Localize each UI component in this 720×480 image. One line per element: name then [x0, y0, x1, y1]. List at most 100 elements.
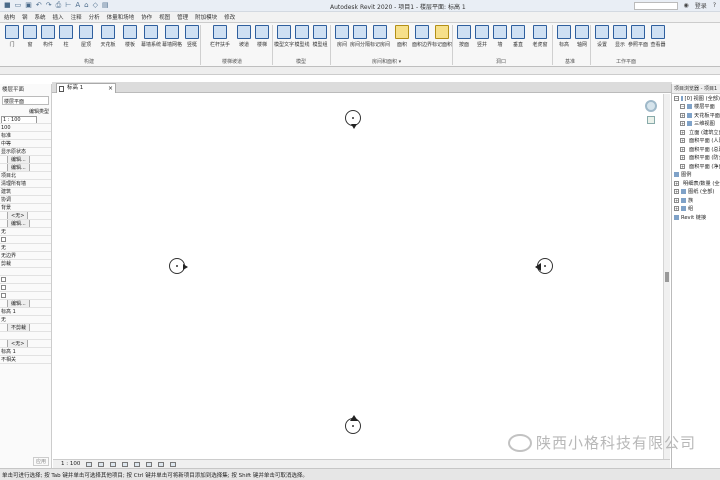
redo-icon[interactable]: ↷	[46, 1, 52, 10]
expand-icon[interactable]: +	[674, 197, 679, 203]
ramp-button[interactable]: 坡道	[234, 25, 254, 55]
collapse-icon[interactable]: −	[680, 104, 685, 110]
room-button[interactable]: 房间	[332, 25, 352, 55]
tab-collaborate[interactable]: 协作	[141, 13, 152, 21]
switch-windows-icon[interactable]: ▤	[102, 1, 109, 10]
expand-icon[interactable]: +	[680, 129, 685, 135]
property-row[interactable]: 无	[0, 316, 51, 324]
property-value[interactable]: 编辑...	[7, 156, 30, 163]
stair-button[interactable]: 楼梯	[252, 25, 272, 55]
browser-node[interactable]: + 面积平面 (人防分区面积)	[672, 137, 720, 146]
roof-button[interactable]: 屋顶	[76, 25, 96, 55]
property-row[interactable]	[0, 292, 51, 300]
browser-node[interactable]: + 面积平面 (总建筑面积)	[672, 145, 720, 154]
component-button[interactable]: 构件	[38, 25, 58, 55]
browser-node[interactable]: + 面积平面 (防火分区面积)	[672, 154, 720, 163]
property-value[interactable]: 编辑...	[7, 300, 30, 307]
tab-modify[interactable]: 修改	[224, 13, 235, 21]
sign-in-link[interactable]: 登录	[695, 1, 707, 10]
model-line-button[interactable]: 模型线	[292, 25, 312, 55]
property-row[interactable]: 无边界	[0, 252, 51, 260]
shadows-icon[interactable]	[122, 461, 129, 467]
show-work-plane-button[interactable]: 显示	[610, 25, 630, 55]
zoom-icon[interactable]	[647, 116, 655, 124]
browser-node[interactable]: + 明细表/数量 (全部)	[672, 179, 720, 188]
property-row[interactable]	[0, 236, 51, 244]
area-boundary-button[interactable]: 面积边界	[412, 25, 432, 55]
crop-view-icon[interactable]	[134, 461, 141, 467]
browser-node[interactable]: + 组	[672, 205, 720, 214]
expand-icon[interactable]: +	[680, 138, 685, 144]
mullion-button[interactable]: 竖梃	[182, 25, 202, 55]
property-row[interactable]: 1 : 100	[0, 116, 51, 124]
shaft-button[interactable]: 竖井	[472, 25, 492, 55]
sun-path-icon[interactable]	[110, 461, 117, 467]
railing-button[interactable]: 栏杆扶手	[206, 25, 234, 55]
type-selector[interactable]: 楼层平面	[2, 96, 49, 105]
scrollbar-thumb[interactable]	[665, 272, 669, 282]
tab-manage[interactable]: 管理	[177, 13, 188, 21]
tab-insert[interactable]: 插入	[53, 13, 64, 21]
elevation-marker-east[interactable]	[535, 258, 553, 274]
property-row[interactable]: 无	[0, 244, 51, 252]
area-button[interactable]: 面积	[392, 25, 412, 55]
property-row[interactable]: 不剪裁	[0, 324, 51, 332]
property-row[interactable]: 标准	[0, 132, 51, 140]
user-icon[interactable]: ◉	[684, 2, 689, 9]
browser-node[interactable]: + 立面 (建筑立面)	[672, 128, 720, 137]
browser-node[interactable]: + 面积平面 (净面积)	[672, 162, 720, 171]
browser-node[interactable]: Revit 链接	[672, 213, 720, 222]
property-row[interactable]: 清理所有墙	[0, 180, 51, 188]
vertical-scrollbar[interactable]	[663, 94, 670, 459]
property-row[interactable]	[0, 268, 51, 276]
ref-plane-button[interactable]: 参照平面	[628, 25, 648, 55]
elevation-marker-north[interactable]	[345, 110, 361, 129]
dormer-button[interactable]: 老虎窗	[528, 25, 552, 55]
property-value[interactable]: 编辑...	[7, 164, 30, 171]
tab-steel[interactable]: 钢	[22, 13, 28, 21]
floor-button[interactable]: 楼板	[120, 25, 140, 55]
tab-massing[interactable]: 体量和场地	[107, 13, 135, 21]
property-row[interactable]: 无	[0, 228, 51, 236]
expand-icon[interactable]: +	[680, 155, 685, 161]
door-button[interactable]: 门	[2, 25, 22, 55]
tab-annotate[interactable]: 注释	[71, 13, 82, 21]
detail-level-icon[interactable]	[86, 461, 93, 467]
browser-node[interactable]: + 三维视图	[672, 120, 720, 129]
model-group-button[interactable]: 模型组	[310, 25, 330, 55]
measure-icon[interactable]: ⊢	[65, 1, 71, 10]
property-row[interactable]: 剪裁	[0, 260, 51, 268]
print-icon[interactable]: ⎙	[56, 1, 62, 10]
text-icon[interactable]: A	[75, 1, 80, 10]
expand-icon[interactable]: +	[680, 112, 685, 118]
undo-icon[interactable]: ↶	[36, 1, 42, 10]
property-row[interactable]: <无>	[0, 212, 51, 220]
property-row[interactable]: 显示原状态	[0, 148, 51, 156]
edit-type-button[interactable]: 编辑类型	[0, 107, 51, 116]
tab-view[interactable]: 视图	[159, 13, 170, 21]
property-row[interactable]: 建筑	[0, 188, 51, 196]
browser-node[interactable]: + 图纸 (全部)	[672, 188, 720, 197]
property-row[interactable]: 100	[0, 124, 51, 132]
browser-node[interactable]: + 天花板平面	[672, 111, 720, 120]
property-value[interactable]: <无>	[7, 340, 29, 347]
property-value[interactable]: <无>	[7, 212, 29, 219]
property-row[interactable]	[0, 332, 51, 340]
property-checkbox[interactable]	[1, 277, 6, 282]
reveal-hidden-icon[interactable]	[170, 461, 177, 467]
property-checkbox[interactable]	[1, 285, 6, 290]
property-row[interactable]: 协调	[0, 196, 51, 204]
by-face-button[interactable]: 按面	[454, 25, 474, 55]
browser-node[interactable]: + 族	[672, 196, 720, 205]
window-button[interactable]: 窗	[20, 25, 40, 55]
property-row[interactable]: 编辑...	[0, 300, 51, 308]
property-row[interactable]: <无>	[0, 340, 51, 348]
scale-selector[interactable]: 1 : 100	[61, 461, 80, 467]
collapse-icon[interactable]: −	[674, 95, 679, 101]
browser-node[interactable]: 图例	[672, 171, 720, 180]
property-row[interactable]	[0, 284, 51, 292]
apply-button[interactable]: 应用	[32, 457, 49, 466]
expand-icon[interactable]: +	[674, 189, 679, 195]
tab-analyze[interactable]: 分析	[89, 13, 100, 21]
browser-node[interactable]: − [0] 视图 (全部)	[672, 94, 720, 103]
